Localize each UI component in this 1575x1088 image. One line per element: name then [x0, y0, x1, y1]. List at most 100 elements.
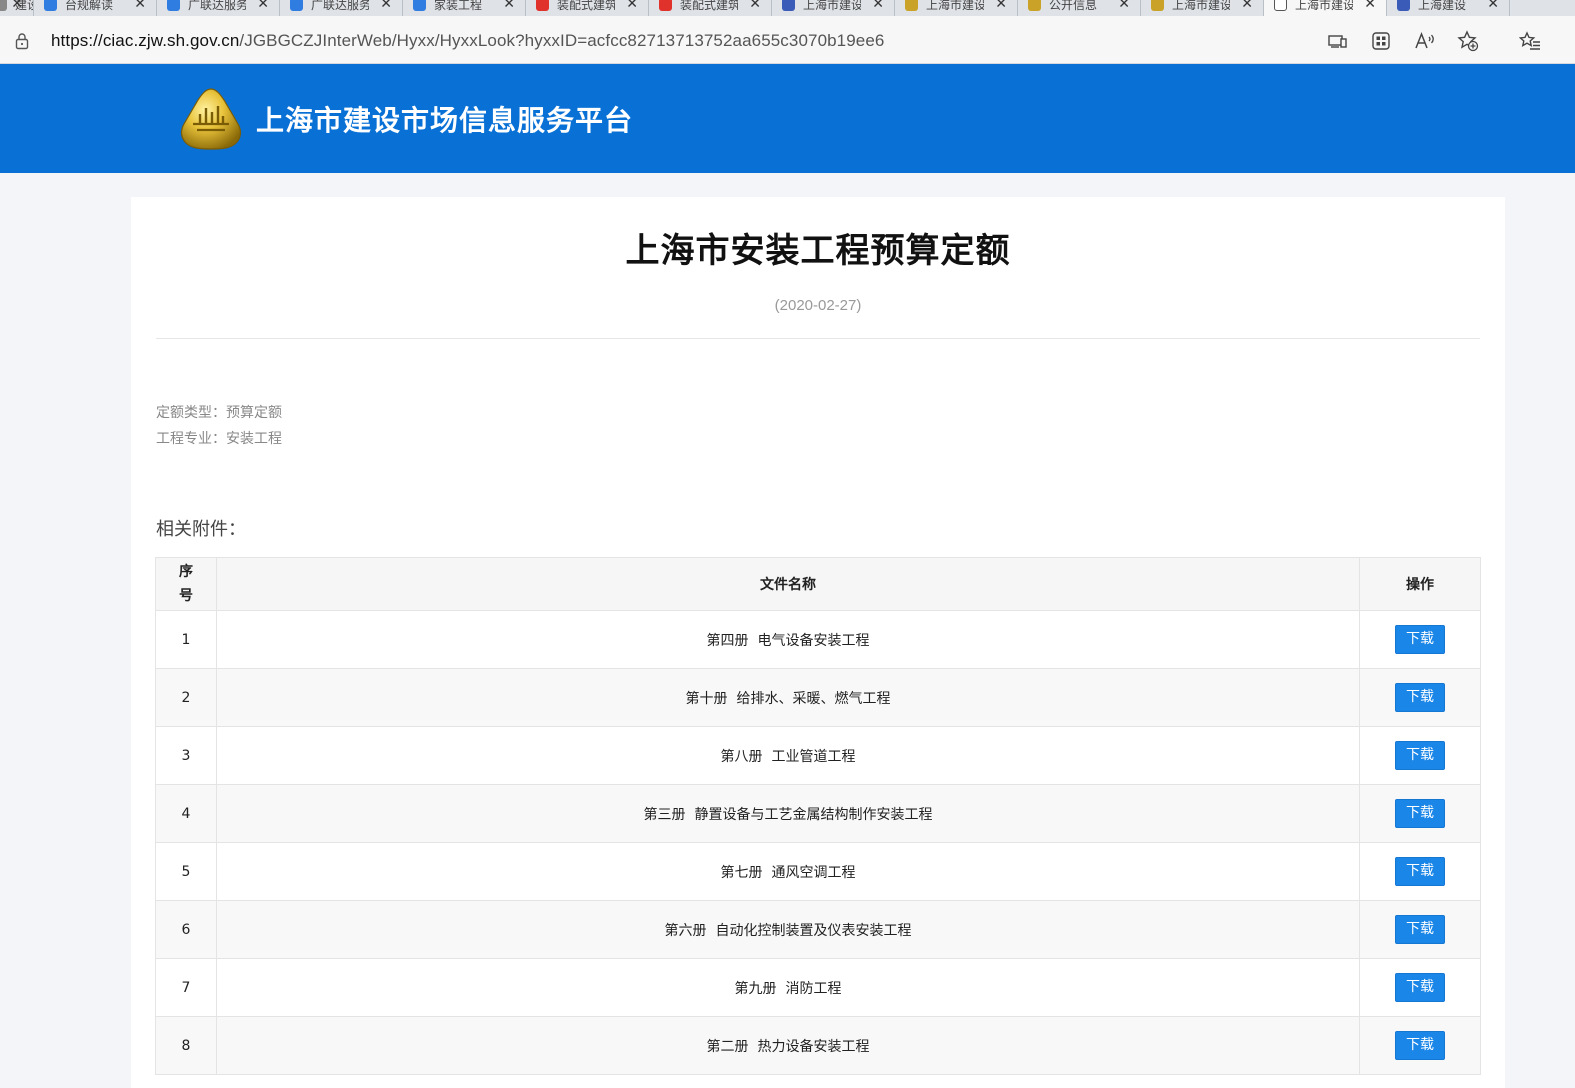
download-button[interactable]: 下载: [1395, 741, 1445, 770]
download-button[interactable]: 下载: [1395, 799, 1445, 828]
tab-close-icon[interactable]: ✕: [995, 0, 1007, 12]
tab-close-icon[interactable]: ✕: [1118, 0, 1130, 12]
browser-tab[interactable]: 家装工程 ✕: [403, 0, 526, 16]
browser-tab[interactable]: 广联达服务 ✕: [280, 0, 403, 16]
header-no-label: 序号: [179, 564, 193, 604]
tab-close-icon[interactable]: ✕: [503, 0, 515, 12]
browser-tab[interactable]: 建设工程✕: [0, 0, 34, 16]
article-date: (2020-02-27): [774, 297, 862, 314]
apps-icon[interactable]: [1368, 28, 1394, 54]
tab-favicon-icon: [0, 0, 7, 11]
tab-close-icon[interactable]: ✕: [626, 0, 638, 12]
file-name: 第六册 自动化控制装置及仪表安装工程: [216, 900, 1360, 959]
tab-close-icon[interactable]: ✕: [134, 0, 146, 12]
file-name: 第二册 热力设备安装工程: [216, 1016, 1360, 1075]
table-row: 6 第六册 自动化控制装置及仪表安装工程 下载: [155, 900, 1481, 959]
site-header: 上海市建设市场信息服务平台: [0, 64, 1575, 173]
tab-close-icon[interactable]: ✕: [1487, 0, 1499, 12]
file-name: 第三册 静置设备与工艺金属结构制作安装工程: [216, 784, 1360, 843]
table-row: 3 第八册 工业管道工程 下载: [155, 726, 1481, 785]
operation-cell: 下载: [1359, 784, 1481, 843]
attachments-table: 序号 文件名称 操作 1 第四册 电气设备安装工程 下载 2 第十册 给排水、采暖、燃气…: [155, 557, 1481, 1075]
download-button[interactable]: 下载: [1395, 625, 1445, 654]
article-panel: 上海市安装工程预算定额 (2020-02-27) 定额类型：预算定额 工程专业：…: [131, 197, 1505, 1088]
download-button[interactable]: 下载: [1395, 683, 1445, 712]
browser-tab[interactable]: 上海建设 ✕: [1387, 0, 1510, 16]
file-name: 第七册 通风空调工程: [216, 842, 1360, 901]
tab-title: 广联达服务: [311, 0, 369, 12]
tab-favicon-icon: [44, 0, 57, 11]
header-operation: 操作: [1359, 557, 1481, 611]
download-button[interactable]: 下载: [1395, 973, 1445, 1002]
operation-cell: 下载: [1359, 842, 1481, 901]
lock-icon[interactable]: [14, 32, 30, 50]
tab-favicon-icon: [1151, 0, 1164, 11]
tab-close-icon[interactable]: ✕: [1364, 0, 1376, 12]
table-row: 4 第三册 静置设备与工艺金属结构制作安装工程 下载: [155, 784, 1481, 843]
tab-title: 上海市建设: [1172, 0, 1230, 12]
attachments-label: 相关附件：: [156, 519, 246, 540]
browser-tab[interactable]: 上海市建设 ✕: [1264, 0, 1387, 16]
tab-close-icon[interactable]: ✕: [11, 0, 23, 12]
browser-tab[interactable]: 公开信息 ✕: [1018, 0, 1141, 16]
divider: [156, 338, 1480, 339]
browser-address-bar: https://ciac.zjw.sh.gov.cn/JGBGCZJInterW…: [0, 16, 1575, 64]
browser-tab[interactable]: 台规解读 ✕: [34, 0, 157, 16]
browser-tab[interactable]: 装配式建筑 ✕: [526, 0, 649, 16]
engineering-discipline: 工程专业：安装工程: [156, 431, 282, 447]
url-host: https://ciac.zjw.sh.gov.cn: [51, 31, 240, 50]
browser-tab[interactable]: 广联达服务 ✕: [157, 0, 280, 16]
url-field[interactable]: https://ciac.zjw.sh.gov.cn/JGBGCZJInterW…: [51, 31, 884, 51]
tab-favicon-icon: [1397, 0, 1410, 11]
file-name: 第九册 消防工程: [216, 958, 1360, 1017]
tab-title: 公开信息: [1049, 0, 1098, 12]
tab-close-icon[interactable]: ✕: [872, 0, 884, 12]
header-file-name: 文件名称: [216, 557, 1360, 611]
tab-favicon-icon: [413, 0, 426, 11]
tab-title: 上海建设: [1418, 0, 1467, 12]
row-number: 7: [155, 958, 217, 1017]
tab-close-icon[interactable]: ✕: [1241, 0, 1253, 12]
operation-cell: 下载: [1359, 610, 1481, 669]
browser-tab[interactable]: 装配式建筑 ✕: [649, 0, 772, 16]
article-title: 上海市安装工程预算定额: [625, 231, 1011, 271]
site-title[interactable]: 上海市建设市场信息服务平台: [256, 99, 633, 139]
tab-favicon-icon: [659, 0, 672, 11]
quota-type: 定额类型：预算定额: [156, 405, 282, 421]
browser-tab[interactable]: 上海市建设 ✕: [1141, 0, 1264, 16]
row-number: 8: [155, 1016, 217, 1075]
row-number: 1: [155, 610, 217, 669]
download-button[interactable]: 下载: [1395, 1031, 1445, 1060]
operation-cell: 下载: [1359, 668, 1481, 727]
tab-favicon-icon: [1028, 0, 1041, 11]
file-name: 第八册 工业管道工程: [216, 726, 1360, 785]
browser-tab[interactable]: 上海市建设 ✕: [772, 0, 895, 16]
device-icon[interactable]: [1325, 28, 1351, 54]
tab-title: 上海市建设: [803, 0, 861, 12]
browser-tab[interactable]: 上海市建设 ✕: [895, 0, 1018, 16]
row-number: 3: [155, 726, 217, 785]
tab-title: 广联达服务: [188, 0, 246, 12]
download-button[interactable]: 下载: [1395, 915, 1445, 944]
read-aloud-icon[interactable]: [1412, 28, 1438, 54]
add-favorite-icon[interactable]: [1455, 28, 1481, 54]
table-row: 8 第二册 热力设备安装工程 下载: [155, 1016, 1481, 1075]
site-logo[interactable]: [178, 86, 244, 152]
tab-close-icon[interactable]: ✕: [749, 0, 761, 12]
table-row: 2 第十册 给排水、采暖、燃气工程 下载: [155, 668, 1481, 727]
tab-title: 上海市建设: [926, 0, 984, 12]
favorites-icon[interactable]: [1517, 28, 1543, 54]
tab-favicon-icon: [290, 0, 303, 11]
table-header-row: 序号 文件名称 操作: [155, 557, 1481, 611]
row-number: 5: [155, 842, 217, 901]
tab-close-icon[interactable]: ✕: [257, 0, 269, 12]
browser-tab-strip: 建设工程✕台规解读✕广联达服务✕广联达服务✕家装工程✕装配式建筑✕装配式建筑✕上…: [0, 0, 1575, 16]
download-button[interactable]: 下载: [1395, 857, 1445, 886]
tab-close-icon[interactable]: ✕: [380, 0, 392, 12]
table-row: 5 第七册 通风空调工程 下载: [155, 842, 1481, 901]
tab-title: 台规解读: [65, 0, 114, 12]
operation-cell: 下载: [1359, 900, 1481, 959]
operation-cell: 下载: [1359, 726, 1481, 785]
file-name: 第四册 电气设备安装工程: [216, 610, 1360, 669]
url-path: /JGBGCZJInterWeb/Hyxx/HyxxLook?hyxxID=ac…: [239, 31, 885, 50]
